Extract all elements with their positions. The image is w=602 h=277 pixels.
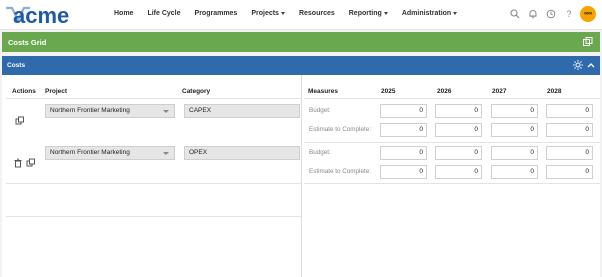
- header-divider: [304, 98, 600, 99]
- measure-label: Estimate to Complete:: [309, 168, 371, 175]
- header-divider: [6, 98, 302, 99]
- value-input[interactable]: 0: [380, 165, 427, 179]
- nav-home[interactable]: Home: [114, 10, 133, 17]
- header-year: 2028: [547, 88, 562, 95]
- copy-icon[interactable]: [582, 36, 594, 48]
- value-input[interactable]: 0: [546, 123, 593, 137]
- search-icon[interactable]: [508, 7, 522, 21]
- value-input[interactable]: 0: [546, 146, 593, 160]
- nav-resources[interactable]: Resources: [299, 10, 335, 17]
- measure-label: Budget:: [309, 107, 331, 114]
- header-actions: Actions: [12, 88, 36, 95]
- value-input[interactable]: 0: [546, 165, 593, 179]
- caret-down-icon: [383, 12, 388, 15]
- panel-title: Costs: [7, 62, 26, 69]
- header-category: Category: [182, 88, 211, 95]
- value-input[interactable]: 0: [435, 165, 482, 179]
- copy-icon[interactable]: [26, 158, 36, 168]
- row-divider: [304, 183, 600, 184]
- section-title: Costs Grid: [8, 38, 47, 47]
- value-input[interactable]: 0: [435, 123, 482, 137]
- header-measures: Measures: [308, 88, 338, 95]
- value-input[interactable]: 0: [435, 104, 482, 118]
- value-input[interactable]: 0: [435, 146, 482, 160]
- clock-icon[interactable]: [544, 7, 558, 21]
- value-input[interactable]: 0: [491, 146, 538, 160]
- value-input[interactable]: 0: [491, 104, 538, 118]
- chevron-up-icon[interactable]: [586, 60, 596, 70]
- grid-left-pane: Actions Project Category Northern Fronti…: [2, 75, 302, 277]
- svg-text:acme: acme: [13, 4, 69, 26]
- caret-down-icon: [453, 12, 458, 15]
- section-header: Costs Grid: [2, 32, 600, 52]
- header-project: Project: [45, 88, 68, 95]
- costs-grid: Actions Project Category Northern Fronti…: [2, 75, 600, 277]
- chevron-down-icon: [163, 152, 169, 155]
- grid-right-pane: Measures 2025 2026 2027 2028 Budget: 0 0…: [304, 75, 600, 277]
- value-input[interactable]: 0: [491, 165, 538, 179]
- acme-logo[interactable]: acme: [4, 3, 104, 28]
- bell-icon[interactable]: [526, 7, 540, 21]
- project-select[interactable]: Northern Frontier Marketing: [45, 104, 175, 118]
- panel-header: Costs: [2, 56, 600, 75]
- nav-projects[interactable]: Projects: [251, 10, 285, 17]
- project-select[interactable]: Northern Frontier Marketing: [45, 146, 175, 160]
- gear-icon[interactable]: [572, 59, 584, 71]
- header-year: 2027: [492, 88, 507, 95]
- toolbar-icons: ? ∞∞: [508, 6, 596, 22]
- measure-label: Budget:: [309, 149, 331, 156]
- avatar[interactable]: ∞∞: [580, 6, 596, 22]
- row-divider: [6, 183, 302, 184]
- header-year: 2026: [437, 88, 452, 95]
- value-input[interactable]: 0: [380, 104, 427, 118]
- nav-life-cycle[interactable]: Life Cycle: [147, 10, 180, 17]
- value-input[interactable]: 0: [380, 123, 427, 137]
- category-field[interactable]: OPEX: [184, 146, 300, 160]
- copy-icon[interactable]: [15, 116, 25, 126]
- caret-down-icon: [280, 12, 285, 15]
- value-input[interactable]: 0: [491, 123, 538, 137]
- measure-label: Estimate to Complete:: [309, 126, 371, 133]
- nav-programmes[interactable]: Programmes: [195, 10, 238, 17]
- delete-icon[interactable]: [13, 158, 23, 168]
- nav-reporting[interactable]: Reporting: [349, 10, 388, 17]
- help-icon[interactable]: ?: [562, 7, 576, 21]
- value-input[interactable]: 0: [546, 104, 593, 118]
- header-year: 2025: [381, 88, 396, 95]
- top-navigation: acme Home Life Cycle Programmes Projects…: [0, 0, 602, 30]
- row-divider: [6, 216, 302, 217]
- row-divider: [304, 142, 600, 143]
- chevron-down-icon: [163, 110, 169, 113]
- value-input[interactable]: 0: [380, 146, 427, 160]
- category-field[interactable]: CAPEX: [184, 104, 300, 118]
- nav-administration[interactable]: Administration: [402, 10, 458, 17]
- main-menu: Home Life Cycle Programmes Projects Reso…: [114, 10, 471, 17]
